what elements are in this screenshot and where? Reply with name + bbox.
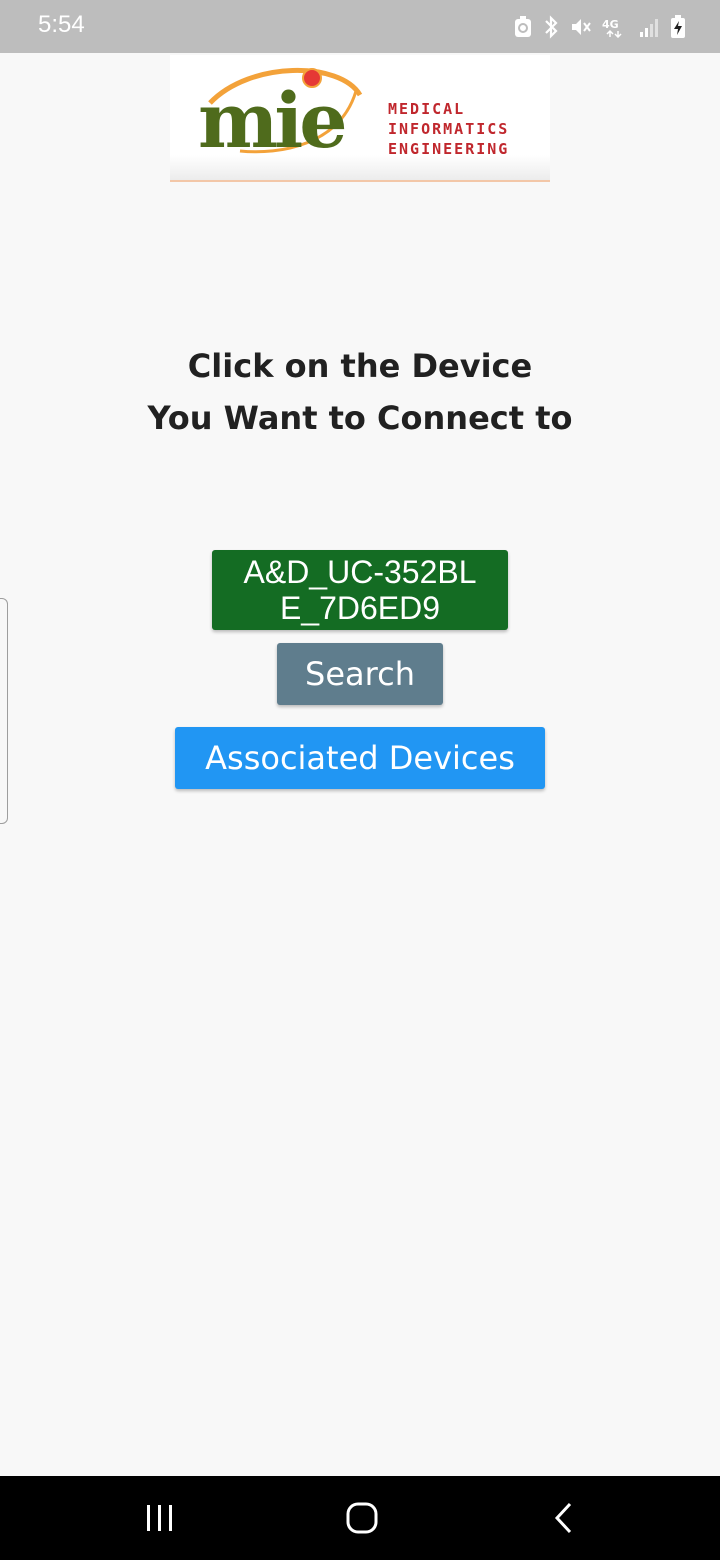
device-button[interactable]: A&D_UC-352BL E_7D6ED9 [212,550,508,630]
signal-icon [638,16,660,38]
associated-devices-button[interactable]: Associated Devices [175,727,545,789]
bluetooth-icon [542,15,560,39]
sync-icon [514,16,532,38]
logo-line-medical: MEDICAL [388,100,466,118]
logo-mark: mie [198,76,348,165]
mie-logo: mie MEDICAL INFORMATICS ENGINEERING [170,55,550,182]
status-bar: 5:54 4G [0,0,720,53]
recent-apps-icon [147,1505,172,1531]
logo-line-engineering: ENGINEERING [388,140,510,158]
home-button[interactable] [302,1476,422,1560]
edge-panel-handle[interactable] [0,598,8,824]
battery-charging-icon [670,15,686,39]
prompt-line-2: You Want to Connect to [147,399,573,437]
status-time: 5:54 [38,11,85,38]
home-icon [346,1502,378,1534]
network-label: 4G [602,18,619,31]
prompt-line-1: Click on the Device [187,347,533,385]
mute-icon [570,16,592,38]
navigation-bar [0,1476,720,1560]
device-button-line-2: E_7D6ED9 [279,590,441,626]
logo-text: MEDICAL INFORMATICS ENGINEERING [388,99,509,159]
back-button[interactable] [504,1476,624,1560]
back-icon [554,1502,572,1534]
network-4g-icon: 4G [602,16,628,38]
connect-prompt: Click on the Device You Want to Connect … [0,340,720,444]
recent-apps-button[interactable] [100,1476,220,1560]
status-icons: 4G [514,13,686,41]
device-button-line-1: A&D_UC-352BL [243,554,477,590]
logo-line-informatics: INFORMATICS [388,120,510,138]
search-button[interactable]: Search [277,643,443,705]
